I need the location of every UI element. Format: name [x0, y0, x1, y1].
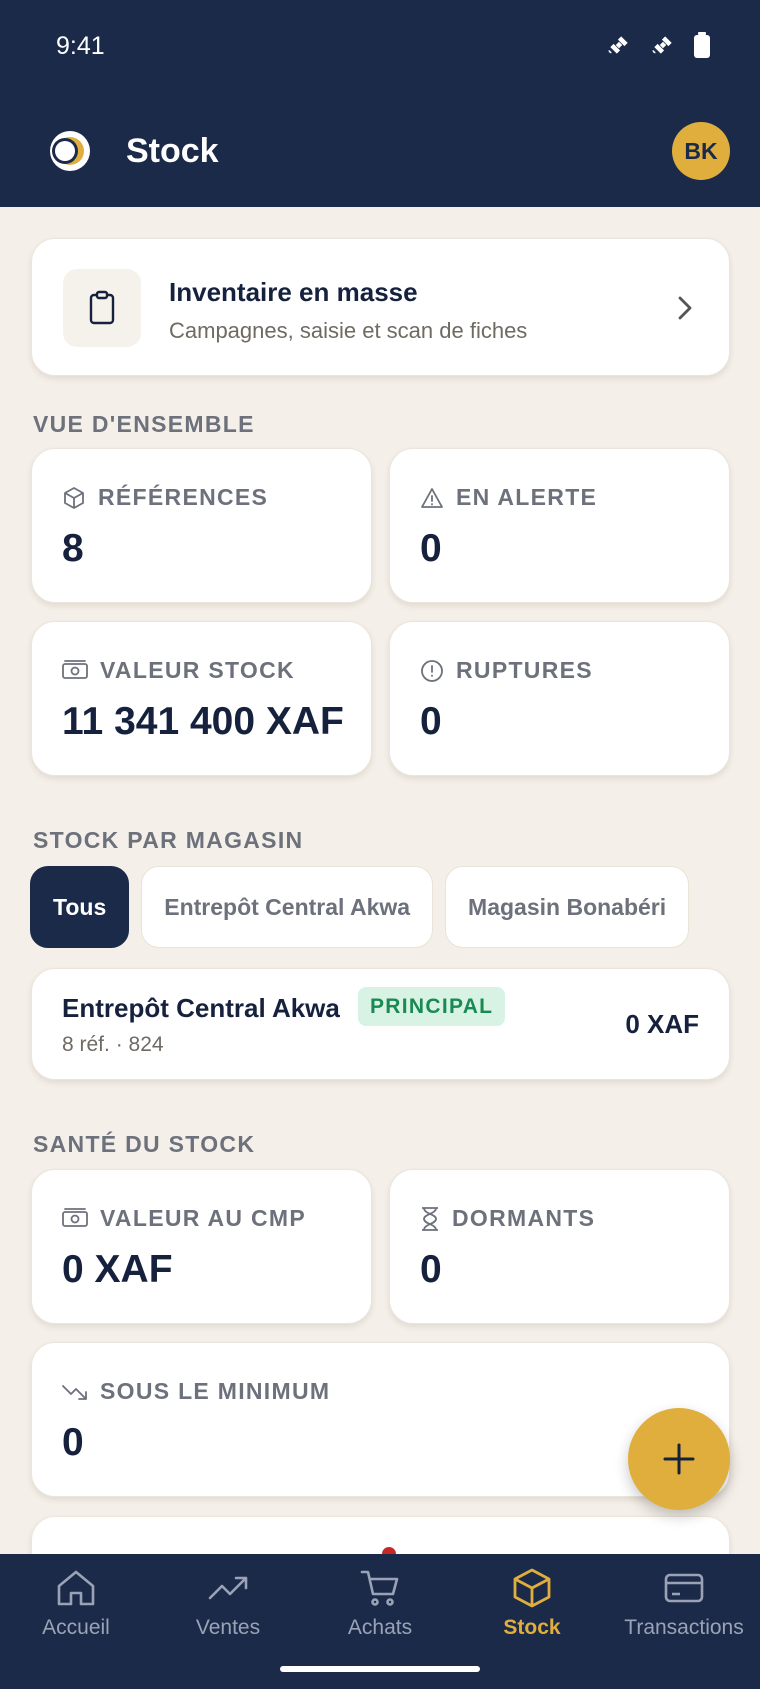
- app-header: 9:41 Stock BK: [0, 0, 760, 207]
- hourglass-icon: [422, 1206, 438, 1231]
- page-title: Stock: [126, 132, 219, 170]
- nav-label: Achats: [347, 1616, 413, 1639]
- chip-all[interactable]: Tous: [30, 866, 130, 948]
- store-value: 0 XAF: [625, 1009, 699, 1039]
- warning-icon: [421, 487, 443, 508]
- stat-label: SOUS LE MINIMUM: [100, 1378, 331, 1404]
- clipboard-icon: [89, 290, 115, 325]
- nav-label: Accueil: [42, 1616, 110, 1639]
- nav-item-transactions[interactable]: Transactions: [608, 1554, 760, 1689]
- alert-circle-icon: [421, 659, 443, 682]
- credit-card-icon: [664, 1573, 704, 1603]
- stores-section-label: STOCK PAR MAGASIN: [33, 827, 304, 853]
- nav-label: Ventes: [195, 1616, 261, 1639]
- stat-value: 0 XAF: [62, 1248, 173, 1291]
- trending-down-icon: [62, 1384, 87, 1400]
- stat-label: DORMANTS: [452, 1205, 596, 1231]
- banknote-icon: [62, 1207, 88, 1227]
- status-icons: [606, 32, 710, 58]
- store-meta: 8 réf. · 824: [62, 1033, 164, 1056]
- chip-entrepot-central-akwa[interactable]: Entrepôt Central Akwa: [141, 866, 434, 948]
- stat-value: 0: [420, 527, 442, 570]
- satellite-icon: [652, 36, 672, 54]
- satellite-icon: [608, 36, 628, 54]
- stat-card-alert[interactable]: EN ALERTE 0: [389, 448, 730, 603]
- inventory-title: Inventaire en masse: [169, 277, 418, 307]
- stat-label: VALEUR AU CMP: [100, 1205, 307, 1231]
- box-icon: [64, 486, 84, 509]
- box-icon: [513, 1568, 551, 1608]
- app-logo: [50, 131, 90, 171]
- stat-card-references[interactable]: RÉFÉRENCES 8: [31, 448, 372, 603]
- stat-card-below-minimum[interactable]: SOUS LE MINIMUM 0: [31, 1342, 730, 1497]
- plus-icon: [663, 1443, 695, 1475]
- store-filter-chips: Tous Entrepôt Central Akwa Magasin Bonab…: [30, 866, 690, 948]
- cart-icon: [360, 1570, 399, 1606]
- stat-value: 0: [62, 1421, 84, 1464]
- home-icon: [57, 1570, 95, 1606]
- stat-card-ruptures[interactable]: RUPTURES 0: [389, 621, 730, 776]
- store-row[interactable]: Entrepôt Central Akwa PRINCIPAL 8 réf. ·…: [31, 968, 730, 1080]
- trending-up-icon: [208, 1576, 248, 1600]
- overview-section-label: VUE D'ENSEMBLE: [33, 411, 255, 437]
- stat-label: EN ALERTE: [456, 484, 598, 510]
- status-badge: PRINCIPAL: [358, 987, 506, 1026]
- nav-label: Stock: [503, 1616, 561, 1639]
- stat-card-dormants[interactable]: DORMANTS 0: [389, 1169, 730, 1324]
- add-button[interactable]: [628, 1408, 730, 1510]
- stat-value: 0: [420, 1248, 442, 1291]
- inventory-icon-box: [63, 269, 141, 347]
- nav-item-accueil[interactable]: Accueil: [0, 1554, 152, 1689]
- stat-label: VALEUR STOCK: [100, 657, 295, 683]
- stat-value: 0: [420, 700, 442, 743]
- chip-magasin-bonaberi[interactable]: Magasin Bonabéri: [445, 866, 690, 948]
- stat-card-cmp-value[interactable]: VALEUR AU CMP 0 XAF: [31, 1169, 372, 1324]
- health-section-label: SANTÉ DU STOCK: [33, 1131, 256, 1157]
- store-name: Entrepôt Central Akwa: [62, 993, 340, 1023]
- stat-card-stock-value[interactable]: VALEUR STOCK 11 341 400 XAF: [31, 621, 372, 776]
- stat-value: 8: [62, 527, 84, 570]
- inventory-subtitle: Campagnes, saisie et scan de fiches: [169, 318, 528, 343]
- avatar[interactable]: BK: [672, 122, 730, 180]
- battery-icon: [694, 32, 710, 58]
- stat-label: RÉFÉRENCES: [98, 484, 269, 510]
- status-time: 9:41: [56, 32, 105, 60]
- stat-label: RUPTURES: [456, 657, 593, 683]
- banknote-icon: [62, 659, 88, 679]
- stat-value: 11 341 400 XAF: [62, 700, 344, 743]
- chevron-right-icon: [678, 296, 692, 320]
- mass-inventory-card[interactable]: Inventaire en masse Campagnes, saisie et…: [31, 238, 730, 376]
- nav-label: Transactions: [624, 1616, 744, 1639]
- home-indicator: [280, 1666, 480, 1672]
